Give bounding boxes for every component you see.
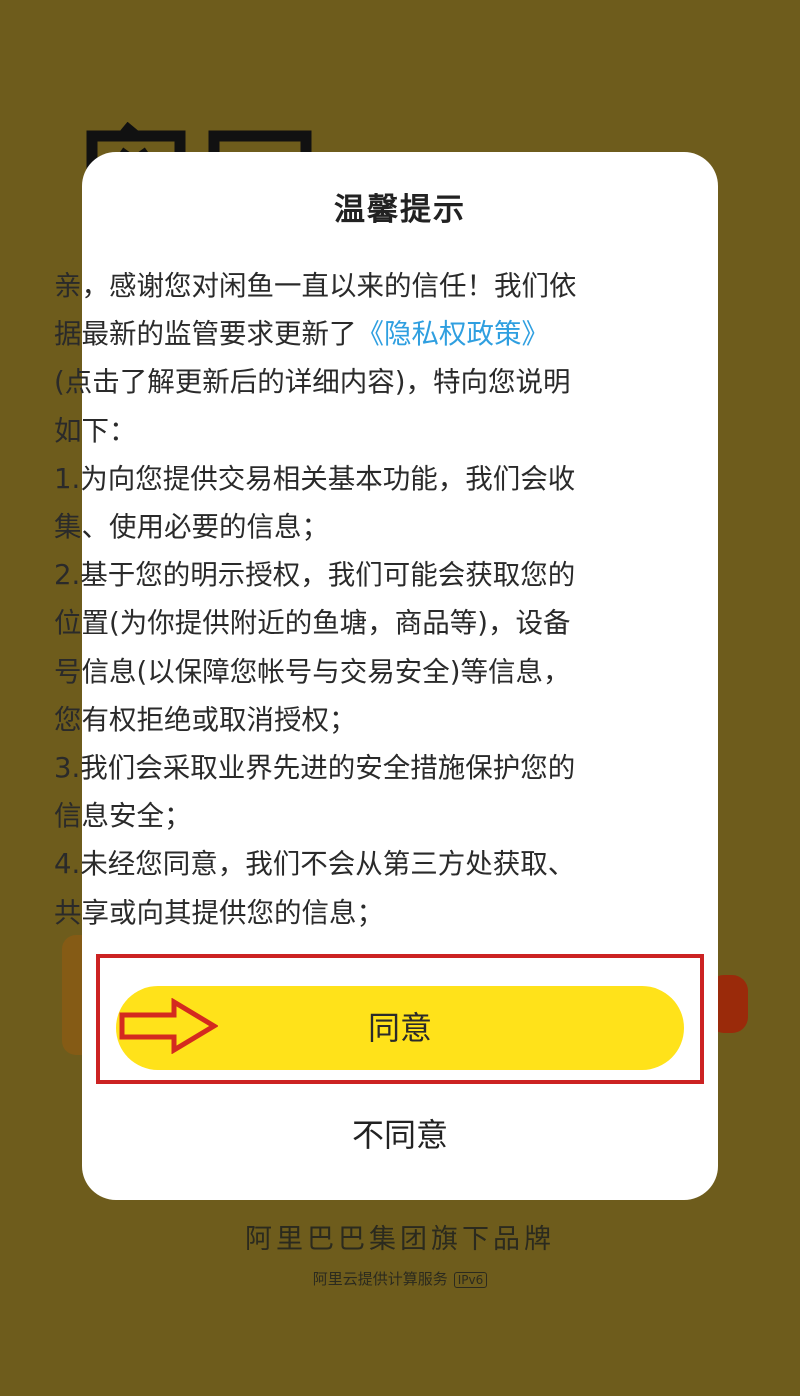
service-text: 阿里云提供计算服务 (312, 1270, 448, 1288)
list-item: 4.未经您同意，我们不会从第三方处获取、共享或向其提供您的信息； (54, 848, 576, 929)
list-item: 3.我们会采取业界先进的安全措施保护您的信息安全； (54, 752, 576, 833)
disagree-button[interactable]: 不同意 (0, 1110, 800, 1156)
ipv6-badge: IPv6 (453, 1272, 488, 1288)
list-item: 1.为向您提供交易相关基本功能，我们会收集、使用必要的信息； (54, 462, 576, 544)
dialog-content[interactable]: 亲，感谢您对闲鱼一直以来的信任！我们依据最新的监管要求更新了《隐私权政策》(点击… (54, 262, 582, 974)
list-item: 2.基于您的明示授权，我们可能会获取您的位置(为你提供附近的鱼塘，商品等)，设备… (54, 559, 576, 736)
privacy-policy-link[interactable]: 《隐私权政策》 (357, 318, 550, 350)
dialog-title: 温馨提示 (334, 192, 466, 228)
brand-footer: 阿里巴巴集团旗下品牌 (245, 1224, 555, 1255)
service-footer: 阿里云提供计算服务 IPv6 (0, 1268, 800, 1289)
intro-paragraph: 亲，感谢您对闲鱼一直以来的信任！我们依据最新的监管要求更新了《隐私权政策》(点击… (54, 262, 582, 455)
arrow-right-icon (119, 998, 218, 1054)
intro-text-after-link: (点击了解更新后的详细内容)，特向您说明如下： (54, 366, 571, 447)
